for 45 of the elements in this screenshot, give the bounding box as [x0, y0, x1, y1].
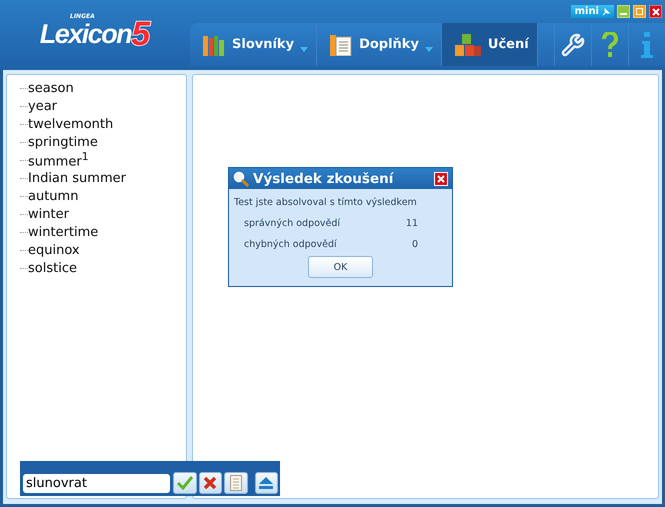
result-label: správných odpovědí	[244, 218, 342, 229]
close-icon	[652, 8, 660, 16]
cross-icon	[203, 476, 218, 490]
word-item[interactable]: summer$^{1}$	[28, 150, 89, 170]
wrench-icon	[561, 32, 585, 56]
word-item[interactable]: solstice	[28, 260, 77, 276]
maximize-icon	[636, 8, 643, 15]
logo-version: 5	[131, 19, 150, 50]
check-icon	[176, 476, 193, 490]
close-button[interactable]	[434, 172, 448, 186]
answer-field[interactable]: slunovrat	[22, 473, 171, 494]
magnifier-icon	[233, 170, 249, 186]
dialog-message: Test jste absolvoval s tímto výsledkem	[233, 196, 418, 210]
close-button[interactable]	[649, 5, 662, 18]
document-button[interactable]	[224, 472, 248, 494]
tab[interactable]: Učení	[442, 23, 538, 66]
book-icon	[329, 34, 354, 56]
books-icon	[202, 34, 226, 56]
blocks-icon	[454, 32, 482, 56]
cancel-button[interactable]	[198, 472, 222, 494]
word-item[interactable]: equinox	[28, 242, 80, 258]
ok-button[interactable]: OK	[308, 256, 373, 278]
pin-icon	[602, 8, 610, 16]
logo-name: Lexicon	[40, 19, 132, 50]
word-item[interactable]: twelvemonth	[28, 116, 114, 132]
tab[interactable]: Doplňky	[317, 23, 442, 66]
word-item[interactable]: year	[28, 98, 58, 114]
help-icon	[602, 32, 618, 58]
tab[interactable]: Slovníky	[190, 23, 318, 66]
dialog-title: Výsledek zkoušení	[253, 170, 395, 186]
eject-button[interactable]	[254, 472, 278, 494]
result-value: 0	[410, 239, 418, 250]
close-icon	[437, 174, 445, 182]
result-value: 11	[404, 218, 418, 229]
eject-icon	[259, 477, 274, 489]
result-label: chybných odpovědí	[244, 239, 338, 250]
word-item[interactable]: Indian summer	[28, 170, 126, 186]
word-item[interactable]: wintertime	[28, 224, 98, 240]
word-item[interactable]: springtime	[28, 134, 98, 150]
word-item[interactable]: autumn	[28, 188, 78, 204]
word-item[interactable]: winter	[28, 206, 69, 222]
document-icon	[230, 475, 242, 491]
info-icon	[641, 32, 653, 58]
minimize-button[interactable]	[617, 5, 630, 18]
word-item[interactable]: season	[28, 80, 74, 96]
